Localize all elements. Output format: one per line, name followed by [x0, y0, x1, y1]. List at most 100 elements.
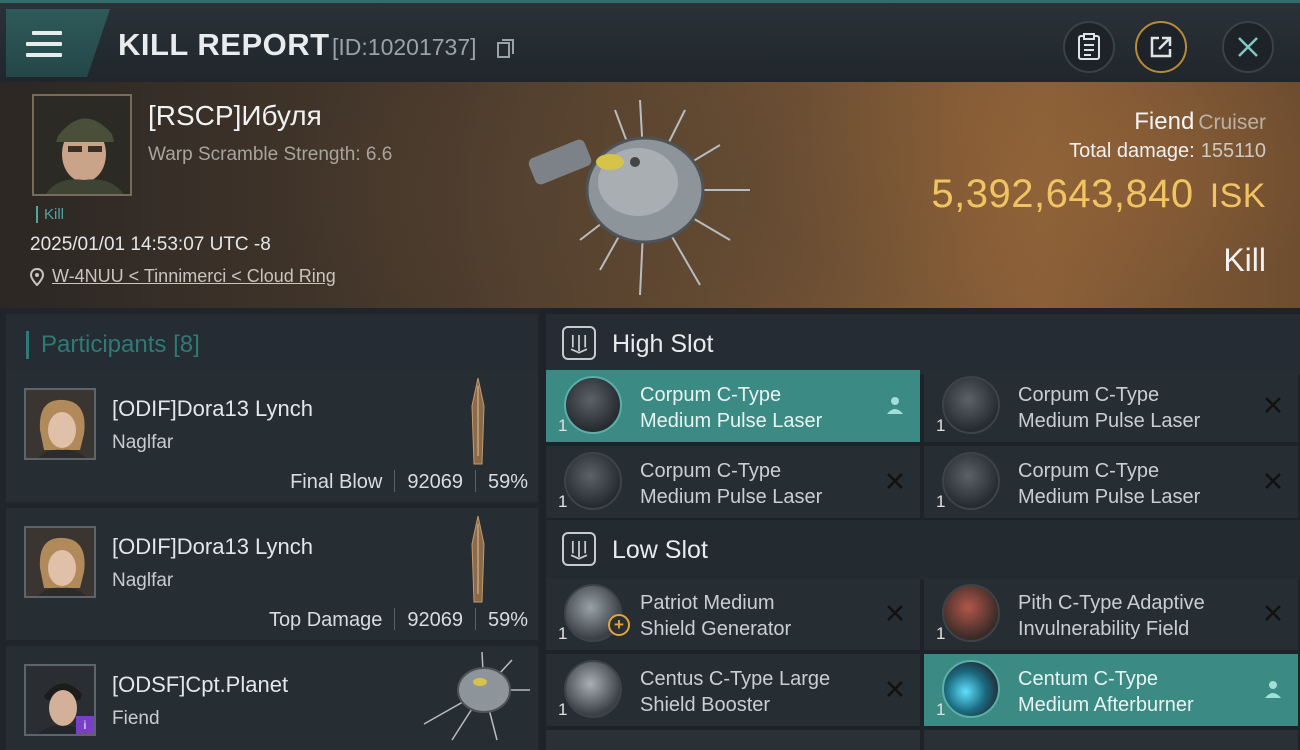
menu-button[interactable]: [6, 9, 110, 77]
victim-name[interactable]: [RSCP]Ибуля: [148, 100, 322, 132]
participant-stats: Top Damage 92069 59%: [269, 608, 528, 632]
module-name-line2: Medium Pulse Laser: [640, 486, 823, 508]
module-name: Corpum C-Type Medium Pulse Laser: [640, 382, 880, 434]
module-name-line1: Patriot Medium: [640, 592, 775, 614]
module-quantity: 1: [936, 416, 946, 435]
participant-name[interactable]: [ODIF]Dora13 Lynch: [112, 534, 313, 560]
total-damage-label: Total damage:: [1069, 140, 1195, 162]
module-item[interactable]: + 1 Patriot Medium Shield Generator: [546, 578, 920, 650]
participant-ship: Fiend: [112, 708, 160, 729]
total-damage: Total damage: 155110: [1069, 140, 1266, 163]
victim-ship: Fiend Cruiser: [1134, 108, 1266, 136]
module-name-line2: Medium Pulse Laser: [1018, 410, 1201, 432]
participant-percent: 59%: [487, 609, 528, 631]
afterburner-icon: [942, 660, 1000, 718]
report-id: [ID:10201737]: [332, 34, 477, 60]
module-item[interactable]: 1 Centum C-Type Medium Afterburner: [924, 654, 1298, 726]
shield-icon: [564, 660, 622, 718]
total-damage-value: 155110: [1200, 140, 1266, 162]
module-item[interactable]: 1 Corpum C-Type Medium Pulse Laser: [924, 446, 1298, 518]
victim-avatar[interactable]: [32, 94, 132, 196]
module-name-line2: Shield Generator: [640, 618, 792, 640]
isk-amount: 5,392,643,840: [931, 172, 1194, 216]
module-item-partial[interactable]: [546, 730, 920, 750]
module-name-line1: Corpum C-Type: [1018, 384, 1160, 406]
location-link[interactable]: W-4NUU < Tinnimerci < Cloud Ring: [52, 266, 336, 286]
module-name-line1: Corpum C-Type: [640, 460, 782, 482]
module-item[interactable]: 1 Centus C-Type Large Shield Booster: [546, 654, 920, 726]
participant-percent: 59%: [487, 471, 528, 493]
low-slot-label: Low Slot: [612, 536, 708, 564]
destroyed-x-icon: [887, 605, 903, 621]
module-name: Centus C-Type Large Shield Booster: [640, 666, 880, 718]
module-item[interactable]: 1 Corpum C-Type Medium Pulse Laser: [546, 370, 920, 442]
destroyed-x-icon: [887, 473, 903, 489]
participants-header: Participants [8]: [6, 314, 538, 372]
dropped-person-icon: [887, 397, 903, 414]
isk-value: 5,392,643,840 ISK: [931, 172, 1266, 217]
low-slot-icon: [562, 532, 596, 566]
participant-avatar[interactable]: [24, 388, 96, 460]
share-button[interactable]: [1135, 21, 1187, 73]
high-slot-icon: [562, 326, 596, 360]
participant-row[interactable]: [ODIF]Dora13 Lynch Naglfar Final Blow 920…: [6, 370, 538, 502]
module-quantity: 1: [558, 624, 568, 643]
destroyed-x-icon: [1265, 397, 1281, 413]
participant-role: Top Damage: [268, 609, 383, 631]
module-name-line2: Medium Afterburner: [1018, 694, 1194, 716]
participants-panel: Participants [8] [ODIF]Dora13 Lynch Nagl…: [0, 308, 540, 750]
participant-name[interactable]: [ODSF]Cpt.Planet: [112, 672, 288, 698]
kill-result: Kill: [1223, 242, 1266, 278]
participant-damage: 92069: [407, 609, 463, 631]
warp-scramble-strength: Warp Scramble Strength: 6.6: [148, 144, 393, 165]
module-name: Centum C-Type Medium Afterburner: [1018, 666, 1258, 718]
shield-icon: [942, 584, 1000, 642]
module-quantity: 1: [936, 624, 946, 643]
module-name-line1: Centum C-Type: [1018, 668, 1159, 690]
dropped-person-icon: [1265, 681, 1281, 698]
module-quantity: 1: [558, 492, 568, 511]
location-pin-icon: [30, 268, 44, 286]
participant-row[interactable]: i [ODSF]Cpt.Planet Fiend: [6, 646, 538, 750]
pulse-laser-icon: [564, 452, 622, 510]
close-icon: [1238, 37, 1258, 57]
isk-unit: ISK: [1209, 177, 1266, 215]
page-title: KILL REPORT: [118, 27, 330, 62]
module-name-line1: Corpum C-Type: [1018, 460, 1160, 482]
copy-icon[interactable]: [497, 39, 515, 59]
victim-summary: [RSCP]Ибуля Warp Scramble Strength: 6.6 …: [0, 82, 1300, 308]
participants-count: [8]: [173, 331, 200, 358]
module-name: Corpum C-Type Medium Pulse Laser: [1018, 382, 1258, 434]
module-name: Patriot Medium Shield Generator: [640, 590, 880, 642]
module-name-line2: Shield Booster: [640, 694, 771, 716]
kill-location[interactable]: W-4NUU < Tinnimerci < Cloud Ring: [30, 266, 336, 287]
participant-ship-image: [471, 377, 485, 465]
participant-name[interactable]: [ODIF]Dora13 Lynch: [112, 396, 313, 422]
module-quantity: 1: [936, 700, 946, 719]
module-quantity: 1: [558, 416, 568, 435]
module-name: Pith C-Type Adaptive Invulnerability Fiel…: [1018, 590, 1258, 642]
module-item-partial[interactable]: [924, 730, 1298, 750]
pulse-laser-icon: [942, 376, 1000, 434]
module-name-line1: Centus C-Type Large: [640, 668, 831, 690]
close-button[interactable]: [1222, 21, 1274, 73]
participant-role: Final Blow: [290, 471, 383, 493]
participant-avatar[interactable]: [24, 526, 96, 598]
destroyed-x-icon: [1265, 605, 1281, 621]
module-name-line1: Corpum C-Type: [640, 384, 782, 406]
clipboard-button[interactable]: [1063, 21, 1115, 73]
destroyed-x-icon: [1265, 473, 1281, 489]
module-item[interactable]: 1 Pith C-Type Adaptive Invulnerability Fi…: [924, 578, 1298, 650]
module-name-line2: Medium Pulse Laser: [1018, 486, 1201, 508]
participant-ship-image: [423, 651, 530, 741]
participant-ship: Naglfar: [112, 432, 174, 453]
module-item[interactable]: 1 Corpum C-Type Medium Pulse Laser: [924, 370, 1298, 442]
ship-class: Cruiser: [1198, 111, 1266, 134]
module-item[interactable]: 1 Corpum C-Type Medium Pulse Laser: [546, 446, 920, 518]
participant-ship-image: [471, 515, 485, 603]
high-slot-header: High Slot: [546, 314, 1300, 374]
info-badge-icon: i: [76, 716, 94, 734]
module-name-line2: Invulnerability Field: [1018, 618, 1190, 640]
module-name: Corpum C-Type Medium Pulse Laser: [640, 458, 880, 510]
participant-row[interactable]: [ODIF]Dora13 Lynch Naglfar Top Damage 920…: [6, 508, 538, 640]
